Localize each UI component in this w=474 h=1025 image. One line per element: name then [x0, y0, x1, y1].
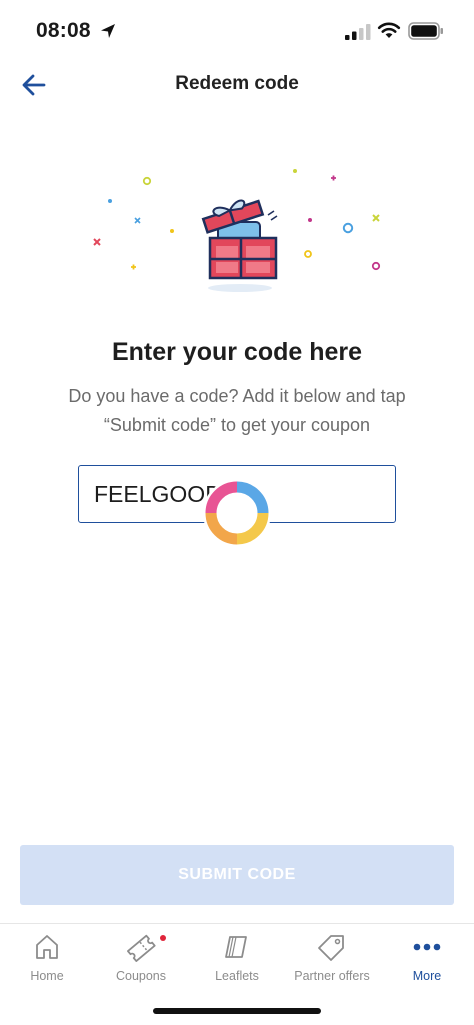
tab-more-label: More: [412, 969, 442, 983]
status-bar: 08:08: [0, 0, 474, 60]
coupons-notification-badge: [160, 935, 166, 941]
tab-partner-offers-label: Partner offers: [294, 969, 370, 983]
submit-code-button[interactable]: SUBMIT CODE: [20, 845, 454, 905]
wifi-icon: [377, 22, 401, 38]
tab-home-label: Home: [30, 969, 64, 983]
tab-coupons-label: Coupons: [115, 969, 167, 983]
location-arrow-icon: [101, 24, 115, 38]
tab-coupons[interactable]: Coupons: [94, 924, 188, 994]
home-indicator: [153, 1008, 321, 1014]
description-line-1: Do you have a code? Add it below and tap: [68, 386, 406, 406]
status-time: 08:08: [36, 19, 91, 42]
page-title: Redeem code: [175, 73, 299, 94]
cellular-signal-icon: [345, 24, 371, 40]
tag-icon: [318, 935, 344, 961]
tab-partner-offers[interactable]: Partner offers: [285, 924, 379, 994]
battery-icon: [408, 22, 443, 40]
tab-more[interactable]: More: [380, 924, 474, 994]
tab-home[interactable]: Home: [0, 924, 94, 994]
leaflet-icon: [225, 936, 247, 958]
section-heading: Enter your code here: [111, 338, 363, 366]
home-icon: [36, 935, 58, 959]
coupon-icon: [127, 934, 156, 962]
tab-leaflets-label: Leaflets: [215, 969, 259, 983]
gift-box-illustration: [93, 169, 381, 292]
description-line-2: “Submit code” to get your coupon: [103, 415, 371, 435]
loading-spinner-icon: [203, 479, 271, 547]
more-dots-icon: [413, 943, 441, 951]
tab-leaflets[interactable]: Leaflets: [190, 924, 284, 994]
